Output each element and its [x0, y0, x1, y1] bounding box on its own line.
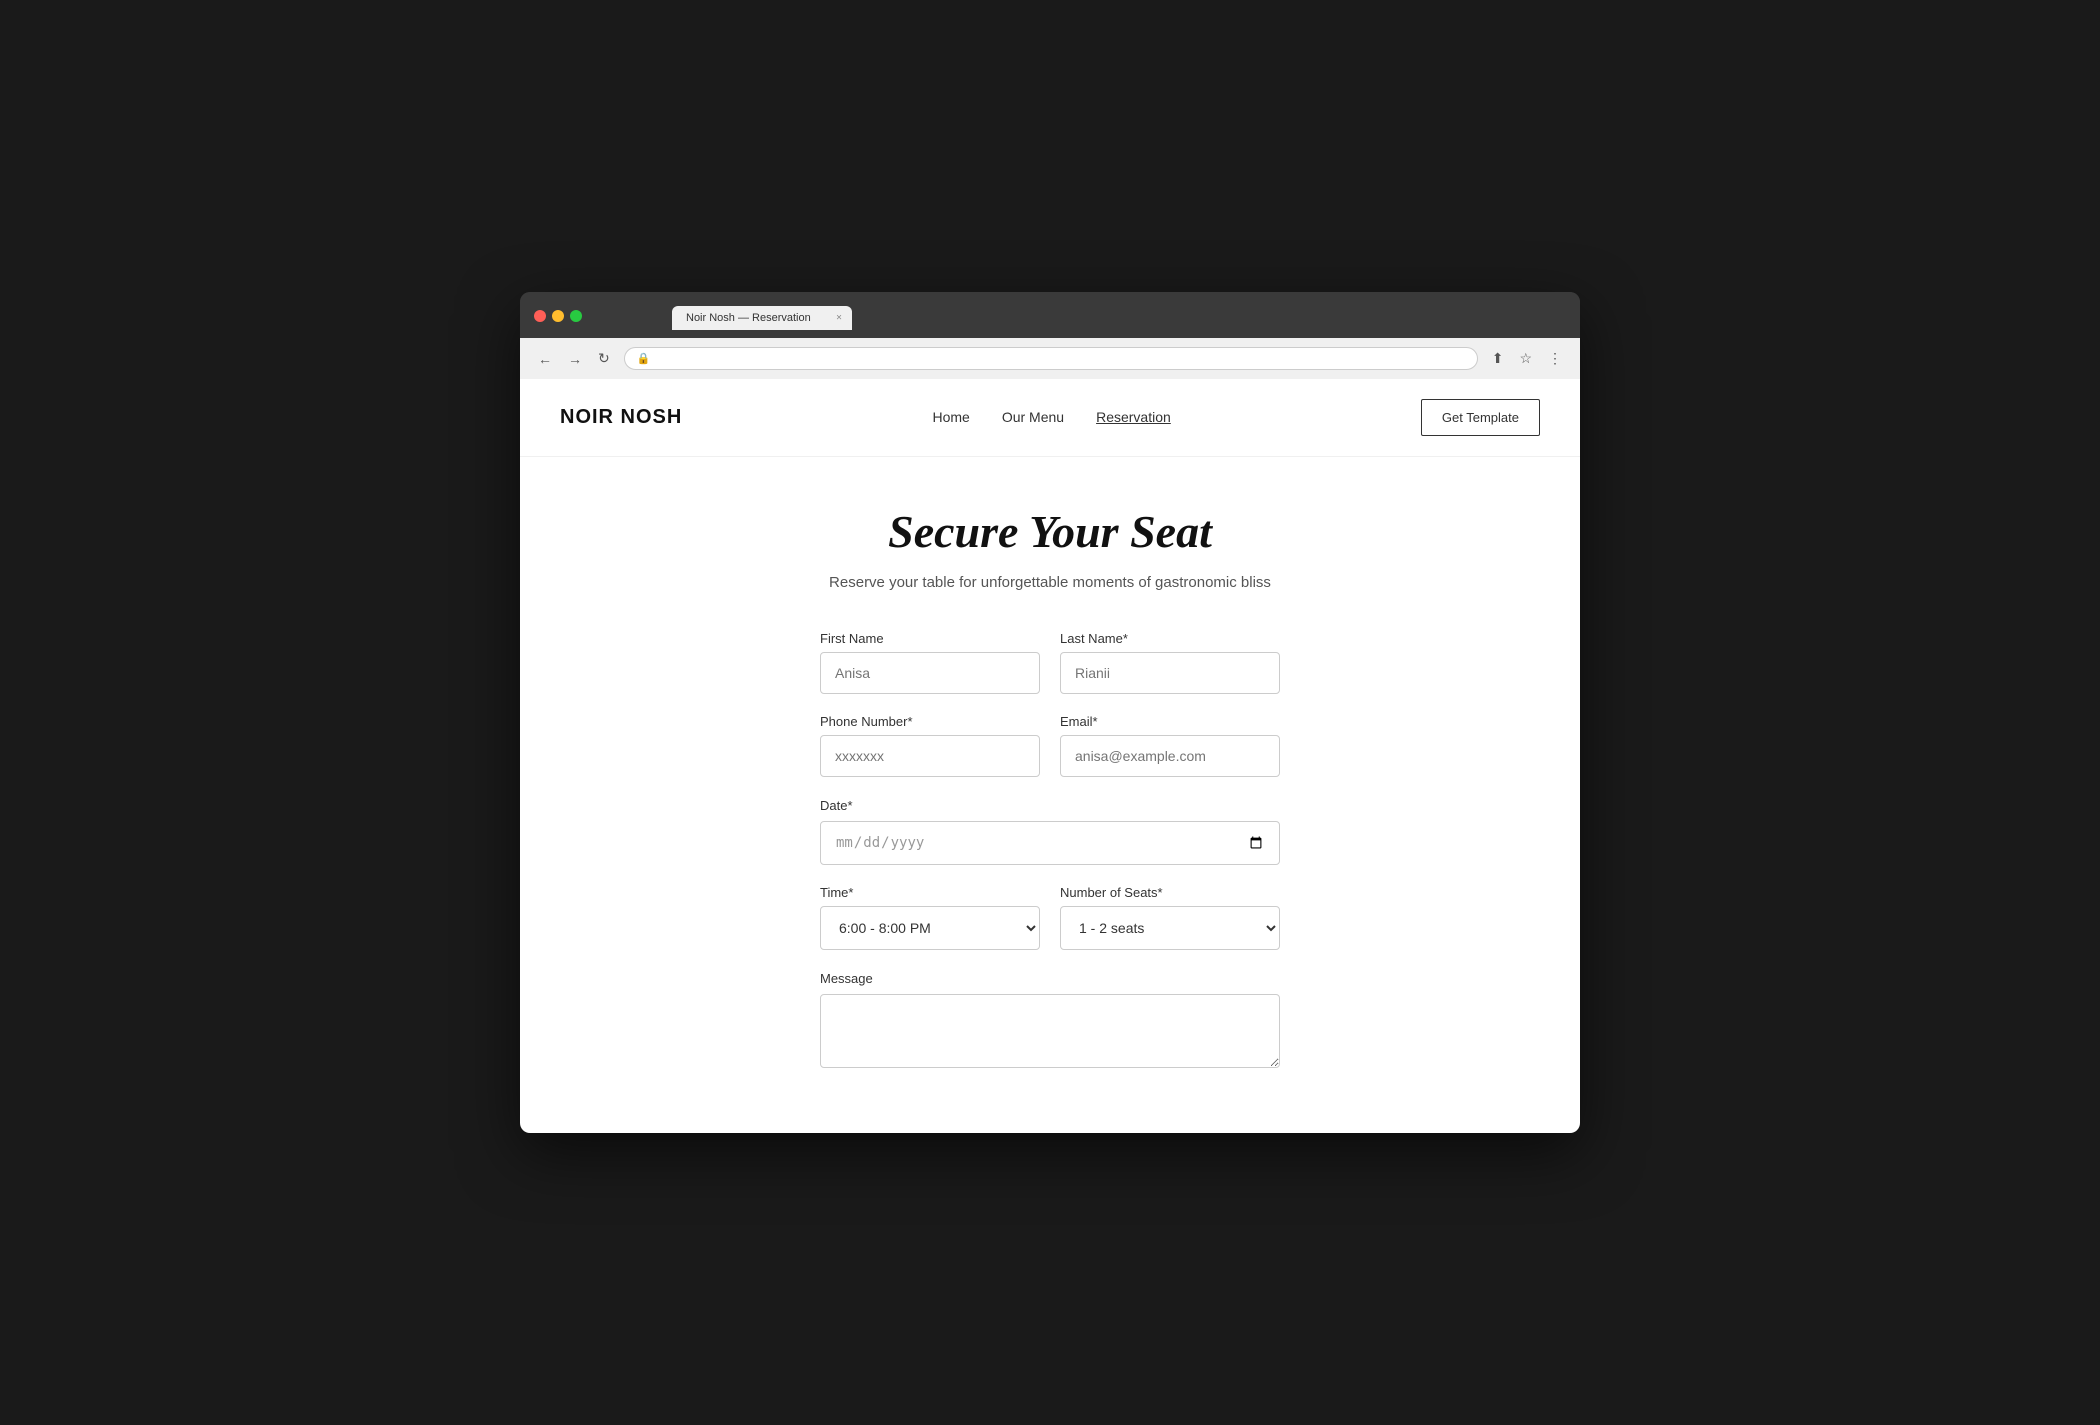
- page-subtitle: Reserve your table for unforgettable mom…: [820, 574, 1280, 591]
- browser-toolbar: ← → ↻ 🔒 ⬆ ☆ ⋮: [520, 338, 1580, 379]
- phone-group: Phone Number*: [820, 714, 1040, 777]
- tab-title: Noir Nosh — Reservation: [686, 312, 811, 324]
- browser-tab[interactable]: Noir Nosh — Reservation ×: [672, 306, 852, 330]
- time-seats-row: Time* 6:00 - 8:00 PM 8:00 - 10:00 PM 10:…: [820, 885, 1280, 950]
- browser-window: Noir Nosh — Reservation × ← → ↻ 🔒 ⬆ ☆ ⋮: [520, 292, 1580, 1133]
- forward-button[interactable]: →: [562, 346, 588, 371]
- email-group: Email*: [1060, 714, 1280, 777]
- traffic-lights: [534, 310, 582, 322]
- date-input[interactable]: [820, 821, 1280, 865]
- site-logo: NOIR NOSH: [560, 406, 682, 429]
- minimize-traffic-light[interactable]: [552, 310, 564, 322]
- more-button[interactable]: ⋮: [1542, 346, 1568, 371]
- time-select[interactable]: 6:00 - 8:00 PM 8:00 - 10:00 PM 10:00 - 1…: [820, 906, 1040, 950]
- message-input[interactable]: [820, 994, 1280, 1068]
- maximize-traffic-light[interactable]: [570, 310, 582, 322]
- first-name-input[interactable]: [820, 652, 1040, 694]
- share-button[interactable]: ⬆: [1486, 346, 1510, 371]
- last-name-group: Last Name*: [1060, 631, 1280, 694]
- first-name-group: First Name: [820, 631, 1040, 694]
- address-bar[interactable]: 🔒: [624, 347, 1478, 370]
- nav-item-home[interactable]: Home: [932, 409, 969, 427]
- email-input[interactable]: [1060, 735, 1280, 777]
- seats-group: Number of Seats* 1 - 2 seats 3 - 4 seats…: [1060, 885, 1280, 950]
- nav-link-reservation[interactable]: Reservation: [1096, 409, 1171, 425]
- tab-close-button[interactable]: ×: [836, 313, 842, 324]
- nav-links: Home Our Menu Reservation: [932, 409, 1170, 427]
- message-row: Message: [820, 970, 1280, 1073]
- browser-chrome: Noir Nosh — Reservation × ← → ↻ 🔒 ⬆ ☆ ⋮: [520, 292, 1580, 379]
- phone-input[interactable]: [820, 735, 1040, 777]
- lock-icon: 🔒: [637, 352, 651, 365]
- reload-button[interactable]: ↻: [592, 346, 616, 371]
- tab-bar: Noir Nosh — Reservation ×: [592, 306, 922, 330]
- first-name-label: First Name: [820, 631, 1040, 646]
- page-content: Secure Your Seat Reserve your table for …: [800, 457, 1300, 1133]
- page-title: Secure Your Seat: [820, 507, 1280, 558]
- nav-link-menu[interactable]: Our Menu: [1002, 409, 1064, 425]
- phone-label: Phone Number*: [820, 714, 1040, 729]
- bookmark-button[interactable]: ☆: [1513, 346, 1538, 371]
- nav-item-reservation[interactable]: Reservation: [1096, 409, 1171, 427]
- time-label: Time*: [820, 885, 1040, 900]
- email-label: Email*: [1060, 714, 1280, 729]
- toolbar-actions: ⬆ ☆ ⋮: [1486, 346, 1568, 371]
- nav-buttons: ← → ↻: [532, 346, 616, 371]
- last-name-label: Last Name*: [1060, 631, 1280, 646]
- nav-item-menu[interactable]: Our Menu: [1002, 409, 1064, 427]
- contact-row: Phone Number* Email*: [820, 714, 1280, 777]
- get-template-button[interactable]: Get Template: [1421, 399, 1540, 436]
- message-label: Message: [820, 971, 873, 986]
- name-row: First Name Last Name*: [820, 631, 1280, 694]
- nav-link-home[interactable]: Home: [932, 409, 969, 425]
- date-label: Date*: [820, 798, 853, 813]
- date-row: Date*: [820, 797, 1280, 865]
- back-button[interactable]: ←: [532, 346, 558, 371]
- seats-select[interactable]: 1 - 2 seats 3 - 4 seats 5 - 6 seats 7+ s…: [1060, 906, 1280, 950]
- close-traffic-light[interactable]: [534, 310, 546, 322]
- time-group: Time* 6:00 - 8:00 PM 8:00 - 10:00 PM 10:…: [820, 885, 1040, 950]
- browser-titlebar: Noir Nosh — Reservation ×: [520, 292, 1580, 338]
- seats-label: Number of Seats*: [1060, 885, 1280, 900]
- last-name-input[interactable]: [1060, 652, 1280, 694]
- site-nav: NOIR NOSH Home Our Menu Reservation Get …: [520, 379, 1580, 457]
- website-content: NOIR NOSH Home Our Menu Reservation Get …: [520, 379, 1580, 1133]
